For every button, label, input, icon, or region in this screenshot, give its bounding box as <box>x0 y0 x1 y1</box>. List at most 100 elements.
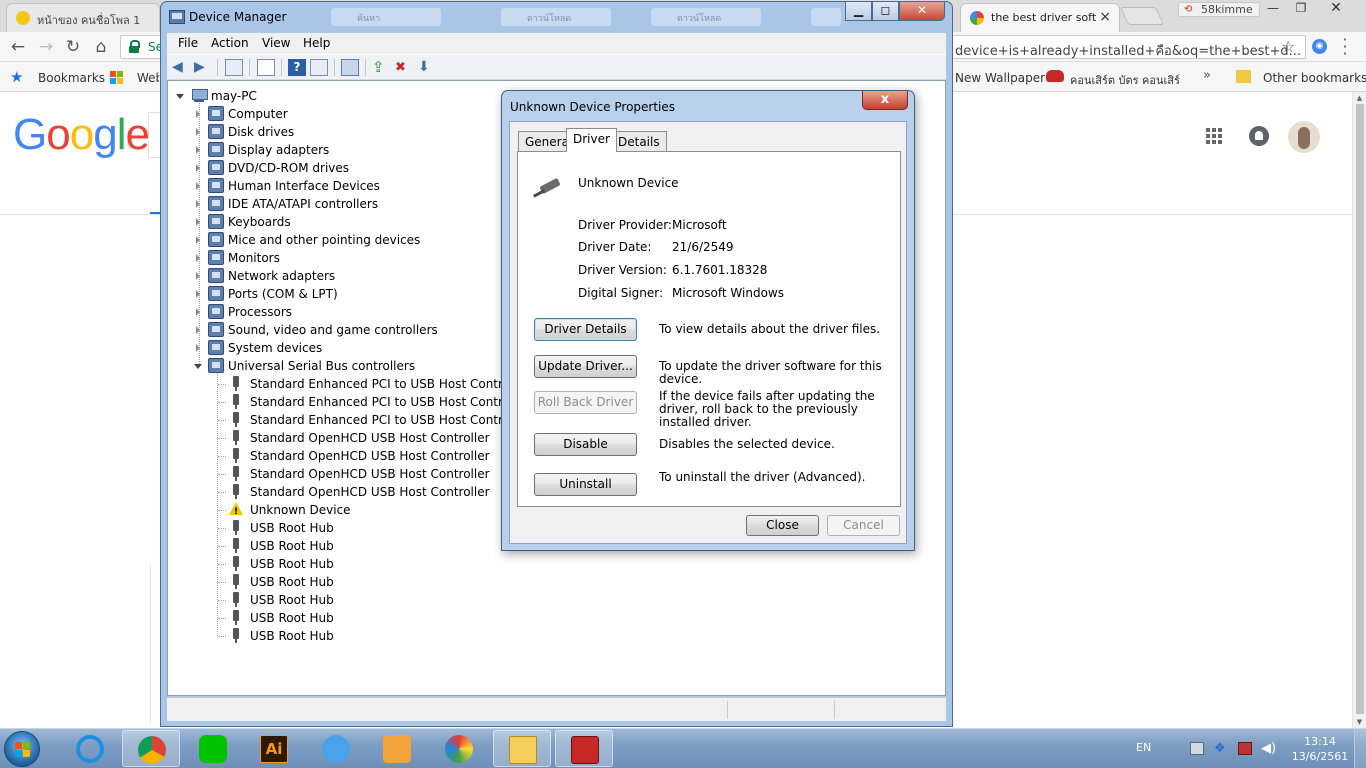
usb-device-item[interactable]: USB Root Hub <box>226 573 506 591</box>
usb-device-item[interactable]: USB Root Hub <box>226 627 506 645</box>
usb-device-item[interactable]: Standard OpenHCD USB Host Controller <box>226 465 506 483</box>
tree-category[interactable]: Mice and other pointing devices <box>190 231 490 249</box>
dm-maximize-button[interactable]: ◻ <box>872 2 899 21</box>
update-driver-button[interactable]: Update Driver... <box>534 355 637 378</box>
expand-arrow-icon[interactable] <box>196 272 200 280</box>
usb-device-item[interactable]: Standard Enhanced PCI to USB Host Contro… <box>226 375 529 393</box>
tree-category[interactable]: Computer <box>190 105 490 123</box>
expand-arrow-icon[interactable] <box>196 344 200 352</box>
chrome-menu-icon[interactable]: · · · <box>1338 32 1352 62</box>
tree-category[interactable]: Display adapters <box>190 141 490 159</box>
volume-icon[interactable]: ◀) <box>1261 742 1276 755</box>
dm-close-button[interactable]: ✕ <box>899 2 945 21</box>
usb-device-item[interactable]: Standard Enhanced PCI to USB Host Contro… <box>226 393 529 411</box>
usb-device-item[interactable]: USB Root Hub <box>226 609 506 627</box>
notifications-icon[interactable] <box>1249 126 1269 146</box>
expand-arrow-icon[interactable] <box>196 146 200 154</box>
uninstall-device-icon[interactable]: ✖ <box>395 59 413 76</box>
start-button[interactable] <box>4 731 40 767</box>
tree-category[interactable]: Human Interface Devices <box>190 177 490 195</box>
tree-category[interactable]: Processors <box>190 303 490 321</box>
action-center-icon[interactable] <box>1190 742 1204 755</box>
usb-device-item[interactable]: Standard Enhanced PCI to USB Host Contro… <box>226 411 529 429</box>
action-pane-icon[interactable] <box>310 59 328 76</box>
bookmark-bookmarks[interactable]: Bookmarks <box>38 71 105 85</box>
driver-details-button[interactable]: Driver Details <box>534 318 637 341</box>
usb-device-item[interactable]: Standard OpenHCD USB Host Controller <box>226 483 506 501</box>
usb-device-item[interactable]: USB Root Hub <box>226 555 506 573</box>
forward-arrow-icon[interactable]: → <box>36 37 56 57</box>
tree-category[interactable]: DVD/CD-ROM drives <box>190 159 490 177</box>
help-icon[interactable]: ? <box>288 59 306 76</box>
new-tab-button[interactable] <box>1119 7 1165 25</box>
usb-device-item[interactable]: USB Root Hub <box>226 519 506 537</box>
more-bookmarks-icon[interactable]: » <box>1203 68 1211 83</box>
show-desktop-button[interactable] <box>1354 729 1366 768</box>
page-scrollbar[interactable]: ▲ ▼ <box>1352 92 1366 728</box>
menu-file[interactable]: File <box>178 36 198 50</box>
google-logo[interactable]: Google <box>13 110 150 160</box>
expand-arrow-icon[interactable] <box>196 326 200 334</box>
tree-category[interactable]: Ports (COM & LPT) <box>190 285 490 303</box>
chrome-tab-active[interactable]: the best driver soft × <box>960 3 1120 32</box>
properties-icon[interactable] <box>257 59 275 76</box>
taskbar-app[interactable] <box>122 730 180 767</box>
expand-arrow-icon[interactable] <box>196 110 200 118</box>
usb-device-item[interactable]: Unknown Device <box>226 501 506 520</box>
usb-device-item[interactable]: Standard OpenHCD USB Host Controller <box>226 429 506 447</box>
scan-hardware-icon[interactable] <box>341 59 359 76</box>
scroll-up-icon[interactable]: ▲ <box>1353 92 1366 104</box>
dm-minimize-button[interactable]: ▁ <box>845 2 872 21</box>
network-warning-icon[interactable] <box>1238 742 1252 755</box>
collapse-arrow-icon[interactable] <box>176 94 184 99</box>
usb-device-item[interactable]: USB Root Hub <box>226 537 506 555</box>
bookmark-other[interactable]: Other bookmarks <box>1263 71 1366 85</box>
tree-category[interactable]: Keyboards <box>190 213 490 231</box>
account-avatar[interactable] <box>1288 121 1320 153</box>
expand-arrow-icon[interactable] <box>196 254 200 262</box>
taskbar-app[interactable] <box>368 730 426 767</box>
taskbar-app[interactable] <box>555 730 613 767</box>
chrome-close-button[interactable]: ✕ <box>1322 1 1350 17</box>
expand-arrow-icon[interactable] <box>196 236 200 244</box>
usb-device-item[interactable]: USB Root Hub <box>226 591 506 609</box>
dropbox-icon[interactable]: ❖ <box>1214 742 1228 755</box>
menu-action[interactable]: Action <box>211 36 249 50</box>
tab-driver[interactable]: Driver <box>566 128 617 152</box>
tree-category[interactable]: Universal Serial Bus controllers <box>190 357 490 375</box>
update-driver-icon[interactable]: ⇪ <box>372 59 390 76</box>
tree-category[interactable]: System devices <box>190 339 490 357</box>
close-tab-icon[interactable]: × <box>1099 9 1111 25</box>
bookmark-web[interactable]: Web <box>137 71 159 85</box>
dialog-close-button[interactable]: x <box>862 91 908 110</box>
tree-category[interactable]: IDE ATA/ATAPI controllers <box>190 195 490 213</box>
back-icon[interactable]: ◀ <box>172 59 190 76</box>
tree-category[interactable]: Monitors <box>190 249 490 267</box>
expand-arrow-icon[interactable] <box>196 200 200 208</box>
usb-device-item[interactable]: Standard OpenHCD USB Host Controller <box>226 447 506 465</box>
reload-icon[interactable]: ↻ <box>63 37 83 57</box>
tree-root[interactable]: may-PC <box>172 87 372 105</box>
system-clock[interactable]: 13:14 13/6/2561 <box>1290 734 1350 764</box>
chrome-minimize-button[interactable]: — <box>1259 1 1287 17</box>
uninstall-button[interactable]: Uninstall <box>534 473 637 496</box>
extension-icon[interactable]: ◉ <box>1312 39 1327 54</box>
menu-view[interactable]: View <box>262 36 290 50</box>
taskbar-app[interactable] <box>184 730 242 767</box>
expand-arrow-icon[interactable] <box>196 308 200 316</box>
profile-button[interactable]: ⟲ 58kimme <box>1178 2 1260 17</box>
taskbar-app[interactable] <box>307 730 365 767</box>
taskbar-app[interactable] <box>430 730 488 767</box>
expand-arrow-icon[interactable] <box>196 218 200 226</box>
tree-category[interactable]: Sound, video and game controllers <box>190 321 490 339</box>
cancel-button[interactable]: Cancel <box>827 515 900 536</box>
back-arrow-icon[interactable]: ← <box>8 37 28 57</box>
taskbar-app[interactable] <box>61 730 119 767</box>
show-hide-console-icon[interactable] <box>225 59 243 76</box>
expand-arrow-icon[interactable] <box>196 164 200 172</box>
roll-back-driver-button[interactable]: Roll Back Driver <box>534 391 637 414</box>
expand-arrow-icon[interactable] <box>196 182 200 190</box>
device-manager-titlebar[interactable]: Device Manager ค้นหา ดาวน์โหลด ดาวน์โหลด… <box>161 2 952 32</box>
home-icon[interactable]: ⌂ <box>91 37 111 57</box>
taskbar-app[interactable]: Ai <box>245 730 303 767</box>
